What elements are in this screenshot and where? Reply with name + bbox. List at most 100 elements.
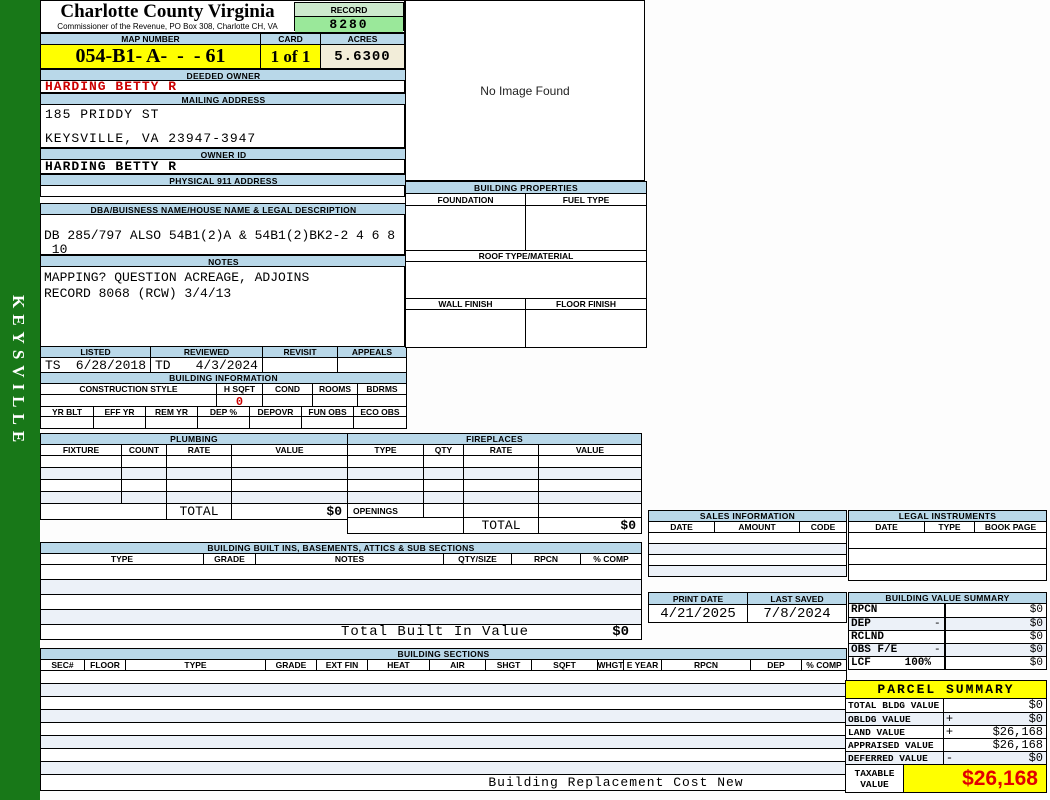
yrblt-value bbox=[41, 417, 93, 428]
fireplaces-total-row: TOTAL $0 bbox=[348, 517, 641, 533]
sales-header-amount: AMOUNT bbox=[714, 522, 799, 532]
acres-label: ACRES bbox=[320, 34, 404, 44]
appeals-label: APPEALS bbox=[337, 347, 406, 357]
rooms-label: ROOMS bbox=[312, 384, 357, 394]
bvs-value: $0 bbox=[944, 644, 1046, 656]
foundation-value bbox=[406, 206, 525, 250]
li-header-type: TYPE bbox=[924, 522, 974, 532]
listed-date: 6/28/2018 bbox=[75, 358, 146, 372]
plumbing-empty-row bbox=[41, 479, 347, 491]
remyr-value bbox=[145, 417, 197, 428]
bvs-label: LCF 100% bbox=[851, 657, 931, 669]
bs-empty-row bbox=[41, 683, 846, 696]
bvs-value: $0 bbox=[944, 657, 1046, 669]
plumbing-header-count: COUNT bbox=[121, 445, 166, 455]
parcel-row-deferred: DEFERRED VALUE - $0 bbox=[846, 751, 1046, 764]
review-table: LISTED REVIEWED REVISIT APPEALS TS 6/28/… bbox=[40, 346, 407, 373]
district-sidebar: KEYSVILLE bbox=[0, 0, 40, 800]
bvs-label: OBS F/E bbox=[851, 644, 898, 656]
physical-911-value bbox=[40, 185, 405, 197]
sales-empty-row bbox=[649, 554, 846, 565]
mailing-line2: KEYSVILLE, VA 23947-3947 bbox=[45, 131, 257, 146]
roof-type-label: ROOF TYPE/MATERIAL bbox=[406, 251, 646, 261]
legal-instruments-band: LEGAL INSTRUMENTS bbox=[849, 511, 1046, 522]
fireplaces-header-value: VALUE bbox=[538, 445, 641, 455]
bvs-op: - bbox=[934, 644, 941, 656]
bs-empty-row bbox=[41, 735, 846, 748]
built-ins-total-row: Total Built In Value $0 bbox=[41, 624, 641, 639]
bdrms-value bbox=[357, 395, 406, 406]
openings-label: OPENINGS bbox=[348, 504, 423, 517]
fireplaces-total-label: TOTAL bbox=[463, 518, 538, 533]
bs-empty-row bbox=[41, 761, 846, 774]
bvs-label: DEP bbox=[851, 618, 871, 630]
parcel-value: $0 bbox=[1028, 699, 1043, 712]
bvs-value: $0 bbox=[944, 604, 1046, 617]
li-empty-row bbox=[849, 564, 1046, 580]
bs-header-shgt: SHGT bbox=[485, 660, 531, 670]
fireplaces-empty-row bbox=[348, 455, 641, 467]
bs-footer-row: Building Replacement Cost New bbox=[41, 774, 846, 790]
bs-footer-label: Building Replacement Cost New bbox=[488, 775, 744, 790]
county-title: Charlotte County Virginia bbox=[60, 1, 275, 22]
floor-finish-label: FLOOR FINISH bbox=[525, 299, 646, 309]
fireplaces-empty-row bbox=[348, 479, 641, 491]
built-ins-header-comp: % COMP bbox=[580, 554, 641, 564]
property-record-card: KEYSVILLE Charlotte County Virginia Comm… bbox=[0, 0, 1050, 800]
parcel-label: DEFERRED VALUE bbox=[848, 753, 928, 764]
bvs-op: - bbox=[934, 618, 941, 630]
built-ins-table: BUILDING BUILT INS, BASEMENTS, ATTICS & … bbox=[40, 542, 642, 640]
funobs-label: FUN OBS bbox=[301, 407, 353, 416]
revisit-value bbox=[262, 358, 337, 372]
plumbing-empty-row bbox=[41, 491, 347, 503]
bs-empty-row bbox=[41, 709, 846, 722]
built-ins-header-grade: GRADE bbox=[203, 554, 255, 564]
revisit-label: REVISIT bbox=[262, 347, 337, 357]
bs-header-type: TYPE bbox=[125, 660, 265, 670]
bvs-lcf-pct: 100% bbox=[904, 657, 931, 669]
dep-pct-value bbox=[197, 417, 249, 428]
bs-empty-row bbox=[41, 670, 846, 683]
plumbing-header-fixture: FIXTURE bbox=[41, 445, 121, 455]
bs-header-comp: % COMP bbox=[801, 660, 846, 670]
sales-empty-row bbox=[649, 532, 846, 543]
parcel-label: TOTAL BLDG VALUE bbox=[848, 700, 940, 711]
built-ins-empty-row bbox=[41, 609, 641, 624]
built-ins-header-notes: NOTES bbox=[255, 554, 443, 564]
fireplaces-table: FIREPLACES TYPE QTY RATE VALUE OPENINGS … bbox=[347, 433, 642, 534]
li-header-bookpage: BOOK PAGE bbox=[974, 522, 1046, 532]
taxable-label: TAXABLE VALUE bbox=[854, 767, 895, 790]
fuel-type-label: FUEL TYPE bbox=[525, 194, 646, 205]
reviewed-label: REVIEWED bbox=[150, 347, 262, 357]
bs-empty-row bbox=[41, 696, 846, 709]
listed-initials: TS bbox=[45, 358, 61, 372]
bs-header-grade: GRADE bbox=[265, 660, 316, 670]
notes-line2: RECORD 8068 (RCW) 3/4/13 bbox=[44, 286, 232, 301]
sales-header-code: CODE bbox=[799, 522, 846, 532]
notes-box: MAPPING? QUESTION ACREAGE, ADJOINS RECOR… bbox=[40, 266, 405, 347]
built-ins-band: BUILDING BUILT INS, BASEMENTS, ATTICS & … bbox=[41, 543, 641, 554]
parcel-value: $26,168 bbox=[992, 726, 1043, 738]
bs-header-eyear: E YEAR bbox=[623, 660, 661, 670]
bdrms-label: BDRMS bbox=[357, 384, 406, 394]
card-label: CARD bbox=[260, 34, 320, 44]
mailing-address-box: 185 PRIDDY ST KEYSVILLE, VA 23947-3947 bbox=[40, 104, 405, 148]
parcel-row-totalbldg: TOTAL BLDG VALUE $0 bbox=[846, 699, 1046, 712]
parcel-summary-title: PARCEL SUMMARY bbox=[846, 681, 1046, 699]
legal-instruments-table: LEGAL INSTRUMENTS DATE TYPE BOOK PAGE bbox=[848, 510, 1047, 581]
appeals-value bbox=[337, 358, 406, 372]
built-ins-header-rpcn: RPCN bbox=[511, 554, 580, 564]
bvs-row-rclnd: RCLND $0 bbox=[849, 630, 1046, 643]
effyr-value bbox=[93, 417, 145, 428]
bvs-op bbox=[934, 604, 944, 617]
parcel-label: LAND VALUE bbox=[848, 727, 906, 738]
li-header-date: DATE bbox=[849, 522, 924, 532]
map-number: 054-B1- A- - - 61 bbox=[41, 45, 260, 68]
wall-finish-label: WALL FINISH bbox=[406, 299, 525, 309]
fireplaces-header-type: TYPE bbox=[348, 445, 423, 455]
built-ins-empty-row bbox=[41, 594, 641, 609]
ecoobs-label: ECO OBS bbox=[353, 407, 406, 416]
map-value-row: 054-B1- A- - - 61 1 of 1 5.6300 bbox=[40, 45, 405, 69]
parcel-label: APPRAISED VALUE bbox=[848, 740, 934, 751]
effyr-label: EFF YR bbox=[93, 407, 145, 416]
